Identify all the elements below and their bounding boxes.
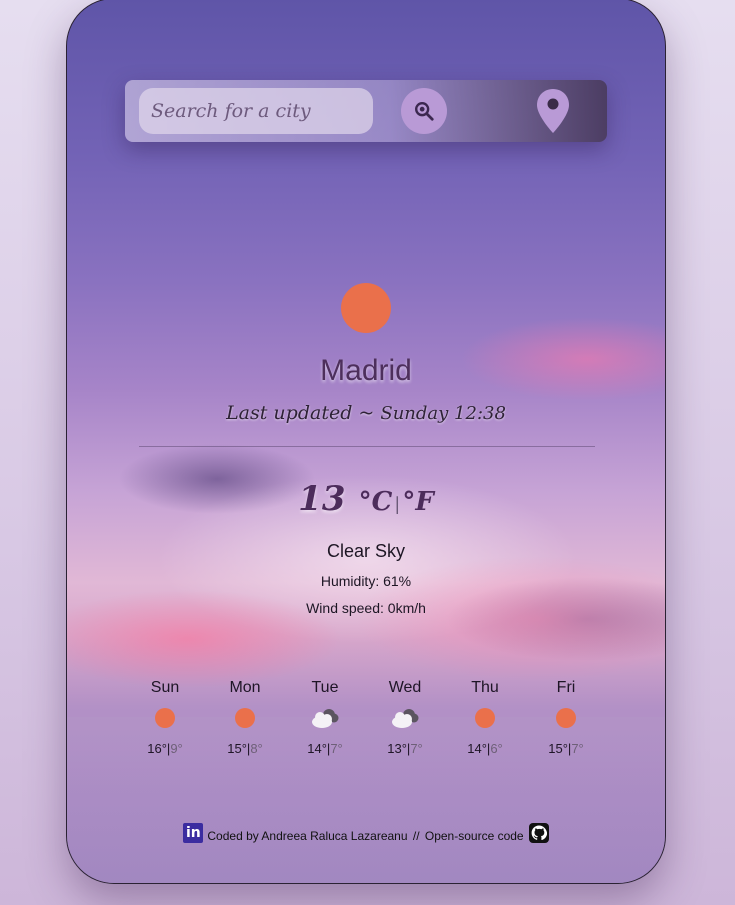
magnifier-icon [415,102,434,121]
linkedin-icon[interactable]: in [183,823,204,843]
forecast: Sun 16°|9° Mon 15°|8° Tue 14°|7° Wed 13°… [67,679,665,769]
last-updated: Last updated ~ Sunday 12:38 [67,402,665,424]
forecast-min: 8° [250,741,263,756]
forecast-max: 16° [147,741,167,756]
cloud-icon [392,709,419,728]
search-button[interactable] [401,88,447,134]
fahrenheit-link[interactable]: °F [402,487,433,517]
forecast-max: 15° [548,741,568,756]
forecast-max: 14° [467,741,487,756]
forecast-min: 7° [571,741,584,756]
forecast-max: 14° [307,741,327,756]
forecast-min: 7° [410,741,423,756]
weather-card: Madrid Last updated ~ Sunday 12:38 13 °C… [66,0,666,884]
temperature-value: 13 [298,479,346,519]
sun-icon [475,708,495,728]
unit-separator: | [394,494,401,515]
weather-description: Clear Sky [326,541,406,561]
sun-icon [341,283,391,333]
divider [139,446,595,447]
forecast-min: 9° [170,741,183,756]
wind-speed: Wind speed: 0km/h [306,600,426,616]
forecast-day-name: Wed [388,679,422,696]
sun-icon [155,708,175,728]
forecast-day-name: Mon [229,679,261,696]
forecast-day: Sun 16°|9° [125,679,205,756]
last-updated-label: Last updated ~ [226,402,375,424]
cloud-icon [312,709,339,728]
forecast-max: 15° [227,741,247,756]
sun-icon [556,708,576,728]
footer: in Coded by Andreea Raluca Lazareanu // … [67,823,665,843]
forecast-day: Tue 14°|7° [285,679,365,756]
city-name: Madrid [320,354,412,387]
last-updated-value: Sunday 12:38 [380,403,506,424]
forecast-day-name: Tue [311,679,339,696]
github-icon[interactable] [528,823,549,843]
search-input[interactable] [139,88,373,134]
footer-separator: // [409,829,423,843]
forecast-max: 13° [387,741,407,756]
github-octocat-icon [531,825,547,841]
current-location-button[interactable] [533,86,573,136]
forecast-day-name: Thu [471,679,499,696]
forecast-day: Thu 14°|6° [445,679,525,756]
forecast-min: 6° [490,741,503,756]
current-temperature: 13 °C |°F [67,479,665,519]
open-source-link[interactable]: Open-source code [425,829,524,843]
coded-by-text: Coded by Andreea Raluca Lazareanu [207,829,408,843]
map-pin-icon [537,89,569,133]
forecast-day-name: Sun [150,679,180,696]
forecast-day: Fri 15°|7° [526,679,606,756]
forecast-day-name: Fri [556,679,576,696]
search-bar [125,80,607,142]
forecast-day: Mon 15°|8° [205,679,285,756]
celsius-link[interactable]: °C [359,487,393,517]
humidity: Humidity: 61% [320,573,412,589]
forecast-min: 7° [330,741,343,756]
forecast-day: Wed 13°|7° [365,679,445,756]
sun-icon [235,708,255,728]
